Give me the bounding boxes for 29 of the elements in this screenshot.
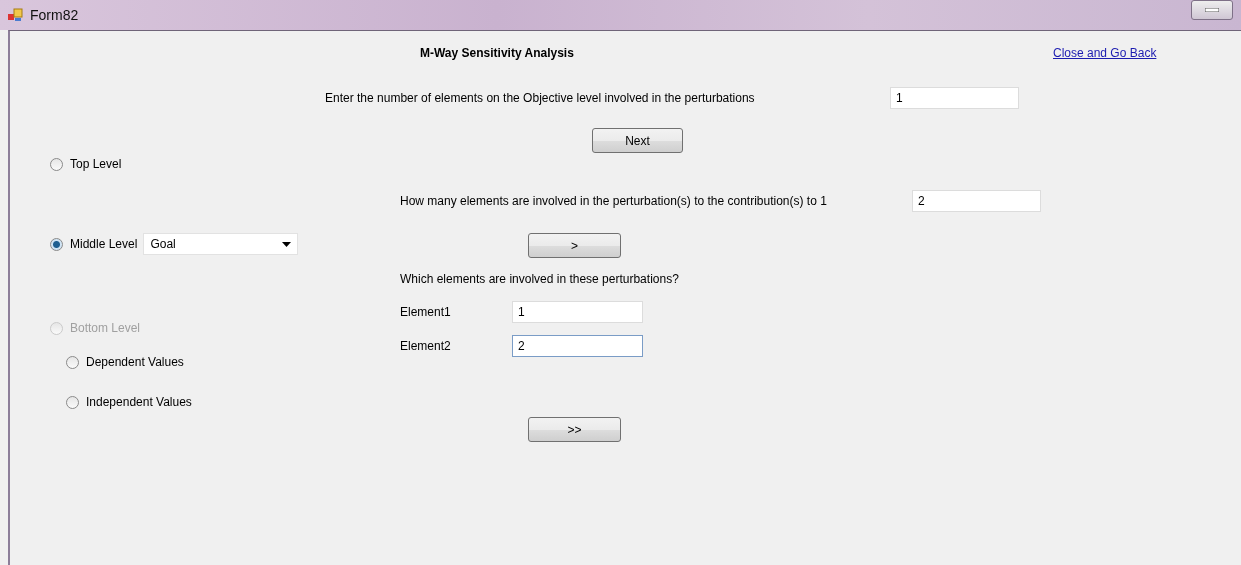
element-field[interactable]: 2: [512, 335, 643, 357]
radio-label: Middle Level: [70, 237, 138, 251]
radio-label: Independent Values: [86, 395, 192, 409]
minimize-button[interactable]: [1191, 0, 1233, 20]
elements-question: Which elements are involved in these perturbations?: [400, 272, 679, 286]
radio-button[interactable]: [66, 395, 79, 409]
radio-label: Dependent Values: [86, 355, 184, 369]
step-button[interactable]: >: [528, 233, 621, 258]
radio-button[interactable]: [50, 237, 63, 251]
element-label: Element1: [400, 305, 452, 319]
dropdown-arrow-icon: [282, 241, 292, 247]
close-link[interactable]: Close and Go Back: [1053, 46, 1157, 60]
next-button[interactable]: Next: [592, 128, 683, 153]
level-dropdown[interactable]: Goal: [143, 233, 299, 255]
form-heading: M-Way Sensitivity Analysis: [420, 46, 575, 60]
radio-label: Bottom Level: [70, 321, 141, 335]
window-title: Form82: [30, 7, 79, 23]
minimize-icon: [1205, 8, 1219, 12]
element-field[interactable]: 1: [512, 301, 643, 323]
form-icon: [8, 8, 24, 22]
contribution-count-field[interactable]: 2: [912, 190, 1041, 212]
element-label: Element2: [400, 339, 452, 353]
objective-count-field[interactable]: 1: [890, 87, 1019, 109]
radio-button[interactable]: [50, 157, 63, 171]
radio-label: Top Level: [70, 157, 122, 171]
objective-prompt: Enter the number of elements on the Objective level involved in the perturbations: [325, 91, 756, 105]
radio-button[interactable]: [66, 355, 79, 369]
contribution-prompt: How many elements are involved in the perturbation(s) to the contribution(s) to 1: [400, 194, 828, 208]
finish-button[interactable]: >>: [528, 417, 621, 442]
